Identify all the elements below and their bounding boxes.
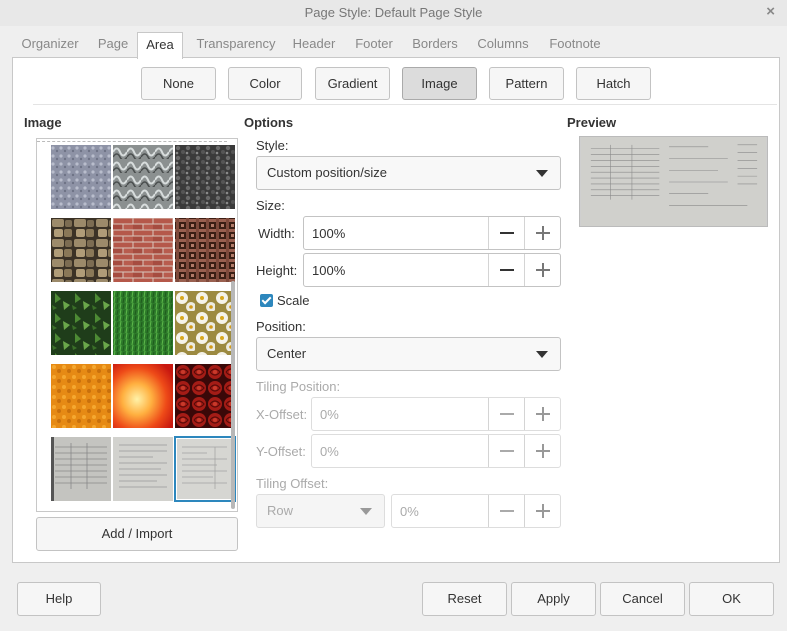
fill-color-button[interactable]: Color — [228, 67, 302, 100]
tab-columns[interactable]: Columns — [473, 32, 533, 58]
fill-pattern-button[interactable]: Pattern — [489, 67, 564, 100]
y-offset-spinner[interactable]: 0% — [311, 434, 561, 468]
tab-organizer[interactable]: Organizer — [12, 32, 88, 58]
scale-checkbox[interactable] — [260, 294, 273, 307]
preview-heading: Preview — [567, 115, 617, 130]
gallery-scroll-thumb[interactable] — [231, 281, 235, 509]
x-offset-label: X-Offset: — [256, 407, 308, 422]
y-offset-increase-icon[interactable] — [524, 435, 560, 467]
position-value: Center — [267, 346, 307, 361]
x-offset-field[interactable]: 0% — [312, 398, 347, 430]
position-dropdown[interactable]: Center — [256, 337, 561, 371]
y-offset-decrease-icon[interactable] — [488, 435, 524, 467]
tiling-offset-increase-icon[interactable] — [524, 495, 560, 527]
title-bar: Page Style: Default Page Style × — [0, 0, 787, 26]
gravel-texture-icon[interactable] — [175, 145, 235, 209]
help-button[interactable]: Help — [17, 582, 101, 616]
chevron-down-icon — [536, 351, 548, 358]
add-import-button[interactable]: Add / Import — [36, 517, 238, 551]
fill-gradient-button[interactable]: Gradient — [315, 67, 390, 100]
ivy-leaves-icon[interactable] — [51, 291, 111, 355]
apply-button[interactable]: Apply — [511, 582, 596, 616]
fire-texture-icon[interactable] — [113, 364, 173, 428]
gallery-scrollbar[interactable] — [229, 141, 237, 511]
daisies-icon[interactable] — [175, 291, 235, 355]
fill-none-button[interactable]: None — [141, 67, 216, 100]
gray-textured-icon[interactable] — [51, 145, 111, 209]
width-spinner[interactable]: 100% — [303, 216, 561, 250]
tiling-offset-spinner[interactable]: 0% — [391, 494, 561, 528]
width-increase-icon[interactable] — [524, 217, 560, 249]
tiling-offset-decrease-icon[interactable] — [488, 495, 524, 527]
tab-footer[interactable]: Footer — [349, 32, 399, 58]
area-panel: None Color Gradient Image Pattern Hatch … — [12, 57, 780, 563]
size-label: Size: — [256, 198, 285, 213]
chevron-down-icon — [536, 170, 548, 177]
x-offset-increase-icon[interactable] — [524, 398, 560, 430]
y-offset-label: Y-Offset: — [256, 444, 306, 459]
grass-texture-icon[interactable] — [113, 291, 173, 355]
form-scan-icon[interactable] — [174, 436, 236, 502]
style-value: Custom position/size — [267, 165, 387, 180]
cancel-button[interactable]: Cancel — [600, 582, 685, 616]
spreadsheet-scan-icon[interactable] — [113, 437, 173, 501]
image-heading: Image — [24, 115, 62, 130]
width-field[interactable]: 100% — [304, 217, 353, 249]
tab-page[interactable]: Page — [91, 32, 135, 58]
woven-pattern-icon[interactable] — [175, 218, 235, 282]
x-offset-decrease-icon[interactable] — [488, 398, 524, 430]
chevron-down-icon — [360, 508, 372, 515]
fill-hatch-button[interactable]: Hatch — [576, 67, 651, 100]
tiling-position-label: Tiling Position: — [256, 379, 341, 394]
tiling-offset-label: Tiling Offset: — [256, 476, 329, 491]
options-heading: Options — [244, 115, 294, 130]
height-increase-icon[interactable] — [524, 254, 560, 286]
style-label: Style: — [256, 138, 289, 153]
preview-image — [579, 136, 768, 227]
brick-wall-icon[interactable] — [113, 218, 173, 282]
position-label: Position: — [256, 319, 306, 334]
metal-texture-icon[interactable] — [113, 145, 173, 209]
height-decrease-icon[interactable] — [488, 254, 524, 286]
window-title: Page Style: Default Page Style — [304, 5, 483, 20]
scale-label[interactable]: Scale — [277, 293, 310, 308]
orange-texture-icon[interactable] — [51, 364, 111, 428]
close-icon[interactable]: × — [766, 3, 775, 20]
tiling-offset-mode-dropdown[interactable]: Row — [256, 494, 385, 528]
document-scan-icon[interactable] — [51, 437, 111, 501]
fill-image-button[interactable]: Image — [402, 67, 477, 100]
gallery-top-border — [37, 141, 227, 142]
tab-transparency[interactable]: Transparency — [189, 32, 283, 58]
stone-wall-icon[interactable] — [51, 218, 111, 282]
image-gallery[interactable] — [36, 138, 238, 512]
tab-header[interactable]: Header — [287, 32, 341, 58]
tab-area[interactable]: Area — [137, 32, 183, 59]
height-label: Height: — [256, 263, 298, 278]
y-offset-field[interactable]: 0% — [312, 435, 347, 467]
reset-button[interactable]: Reset — [422, 582, 507, 616]
tab-borders[interactable]: Borders — [405, 32, 465, 58]
separator — [33, 104, 777, 105]
width-decrease-icon[interactable] — [488, 217, 524, 249]
x-offset-spinner[interactable]: 0% — [311, 397, 561, 431]
height-spinner[interactable]: 100% — [303, 253, 561, 287]
height-field[interactable]: 100% — [304, 254, 353, 286]
style-dropdown[interactable]: Custom position/size — [256, 156, 561, 190]
tiling-offset-mode-value: Row — [267, 503, 294, 518]
ok-button[interactable]: OK — [689, 582, 774, 616]
tiling-offset-field[interactable]: 0% — [392, 495, 427, 527]
width-label: Width: — [258, 226, 295, 241]
red-roses-icon[interactable] — [175, 364, 235, 428]
tab-footnote[interactable]: Footnote — [543, 32, 607, 58]
